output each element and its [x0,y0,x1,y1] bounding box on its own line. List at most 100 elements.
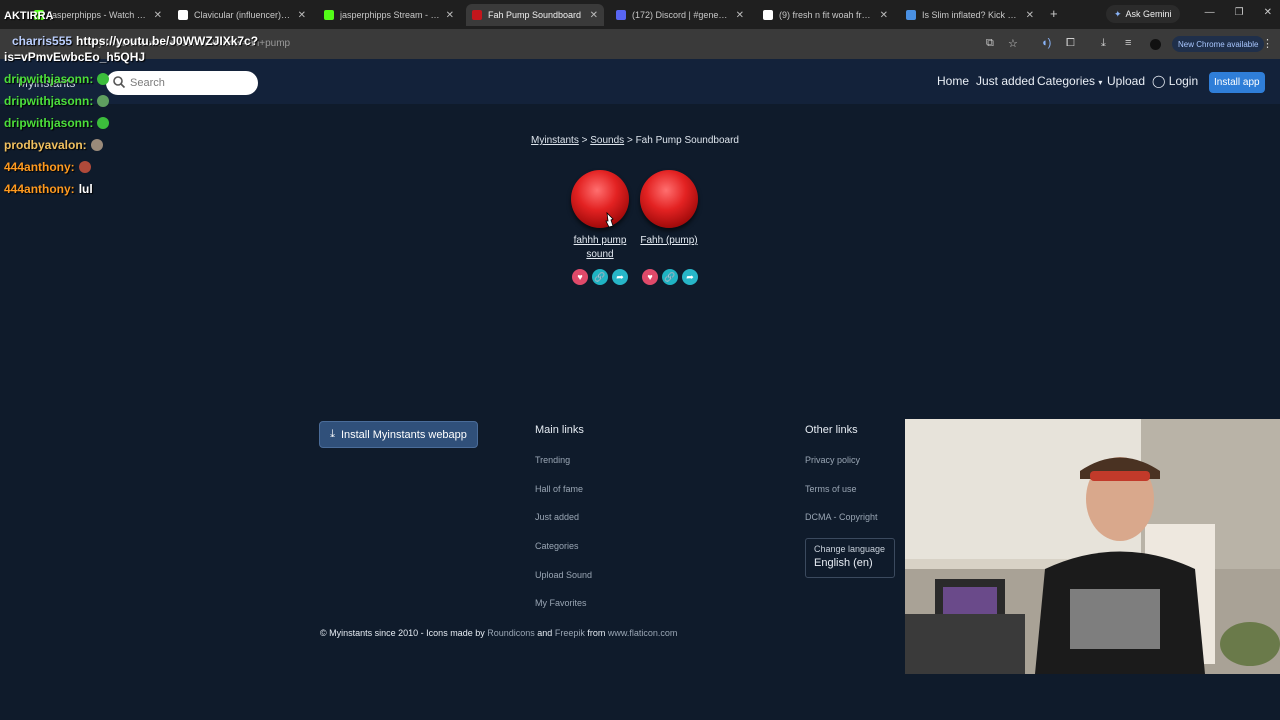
favorite-heart-icon[interactable]: ♥ [572,269,588,285]
tab-title: Clavicular (influencer) - Wik [194,10,292,20]
footer-link-just-added[interactable]: Just added [535,512,579,522]
chat-username: 444anthony: [4,160,75,174]
freepik-link[interactable]: Freepik [555,628,585,638]
sound-label[interactable]: Fahh (pump) [631,234,707,248]
nav-home[interactable]: Home [937,74,969,88]
browser-tab[interactable]: (172) Discord | #general | M ✕ [610,4,750,26]
bookmark-star-icon[interactable]: ☆ [1008,37,1018,50]
chat-link-text-cont: is=vPmvEwbcEo_h5QHJ [4,50,146,64]
favorite-heart-icon[interactable]: ♥ [642,269,658,285]
chat-emote-icon [78,161,91,173]
download-icon[interactable]: ⤓ [1101,37,1106,50]
flaticon-link[interactable]: www.flaticon.com [608,628,678,638]
tab-close-icon[interactable]: ✕ [590,10,598,21]
reading-list-icon[interactable]: ≡ [1125,37,1131,49]
chat-message: dripwithjasonn: [4,72,110,86]
mouse-cursor-icon [605,212,614,228]
chat-username: dripwithjasonn: [4,116,94,130]
tab-title: (9) fresh n fit woah fresh or [779,10,874,20]
nav-login[interactable]: ◯ Login [1152,74,1198,88]
chrome-menu-icon[interactable]: ⋮ [1262,37,1273,50]
footer-link-privacy[interactable]: Privacy policy [805,455,860,465]
language-select-label: Change language [814,544,886,554]
language-select-value: English (en) [814,557,873,569]
footer-link-my-favorites[interactable]: My Favorites [535,598,587,608]
copy-link-icon[interactable]: 🔗 [592,269,608,285]
footer-link-terms[interactable]: Terms of use [805,484,857,494]
extensions-icon[interactable]: ⧠ [1066,37,1075,50]
window-controls: — ❐ ✕ [1205,7,1272,18]
copyright-line: © Myinstants since 2010 - Icons made by … [320,628,677,638]
footer-link-upload-sound[interactable]: Upload Sound [535,570,592,580]
language-select[interactable]: Change language English (en) [805,538,895,578]
nav-upload[interactable]: Upload [1107,74,1145,88]
chat-text: lul [78,182,93,196]
chat-message: dripwithjasonn: [4,94,110,108]
breadcrumb-sounds[interactable]: Sounds [590,135,624,146]
chat-username: dripwithjasonn: [4,94,94,108]
streamer-webcam [905,419,1280,674]
sound-label[interactable]: fahhh pump sound [562,234,638,262]
tab-close-icon[interactable]: ✕ [298,10,306,21]
install-app-button[interactable]: Install app [1209,72,1265,93]
footer-link-trending[interactable]: Trending [535,455,570,465]
profile-avatar[interactable] [1150,39,1161,50]
browser-tab[interactable]: jasperphipps Stream - Watc ✕ [318,4,460,26]
tab-favicon-icon [178,10,188,20]
ask-gemini-button[interactable]: ✦ Ask Gemini [1106,5,1180,23]
tab-favicon-icon [472,10,482,20]
chat-link-text: https://youtu.be/J0WWZJIXk7c? [76,34,259,48]
install-page-icon[interactable]: ⧉ [986,37,994,50]
nav-just-added[interactable]: Just added [976,74,1035,88]
play-sound-button[interactable] [640,170,698,228]
tab-close-icon[interactable]: ✕ [880,10,888,21]
maximize-icon[interactable]: ❐ [1235,7,1244,18]
chat-message: 444anthony: [4,160,91,174]
chat-username: 444anthony: [4,182,75,196]
play-sound-button[interactable] [571,170,629,228]
roundicons-link[interactable]: Roundicons [487,628,535,638]
install-webapp-label: Install Myinstants webapp [340,428,467,441]
main-links-heading: Main links [535,424,584,436]
user-circle-icon: ◯ [1152,74,1166,88]
tab-title: jasperphipps Stream - Watc [340,10,440,20]
browser-tab[interactable]: Fah Pump Soundboard ✕ [466,4,604,26]
tab-close-icon[interactable]: ✕ [154,10,162,21]
tab-favicon-icon [324,10,334,20]
breadcrumb-home[interactable]: Myinstants [531,135,579,146]
tab-close-icon[interactable]: ✕ [1026,10,1034,21]
copyright-text: © Myinstants since 2010 - Icons made by [320,628,485,638]
minimize-icon[interactable]: — [1205,7,1215,18]
chat-username: charris555 [12,34,73,48]
webcam-image [905,419,1280,674]
share-arrow-icon[interactable]: ➦ [682,269,698,285]
footer-link-categories[interactable]: Categories [535,541,579,551]
share-arrow-icon[interactable]: ➦ [612,269,628,285]
browser-tab[interactable]: Is Slim inflated? Kick engag ✕ [900,4,1040,26]
search-icon [113,76,126,89]
sound-item: fahhh pump sound [562,170,638,262]
install-webapp-button[interactable]: ⤓ Install Myinstants webapp [319,421,478,448]
new-chrome-available-button[interactable]: New Chrome available [1172,36,1265,52]
search-input[interactable] [106,71,258,95]
tab-title: Fah Pump Soundboard [488,10,582,20]
tab-close-icon[interactable]: ✕ [736,10,744,21]
tab-close-icon[interactable]: ✕ [446,10,454,21]
new-tab-button[interactable]: + [1050,6,1058,21]
tab-title: jasperphipps - Watch the V [50,10,148,20]
nav-categories[interactable]: Categories ▾ [1037,74,1102,88]
breadcrumb: Myinstants > Sounds > Fah Pump Soundboar… [0,135,1270,146]
tab-favicon-icon [763,10,773,20]
tab-title: (172) Discord | #general | M [632,10,730,20]
audio-playing-icon[interactable]: ◖) [1041,37,1051,49]
chat-username: dripwithjasonn: [4,72,94,86]
browser-tab[interactable]: Clavicular (influencer) - Wik ✕ [172,4,312,26]
other-links-heading: Other links [805,424,858,436]
chat-emote-icon [97,117,110,129]
browser-tab[interactable]: (9) fresh n fit woah fresh or ✕ [757,4,894,26]
footer-link-hall-of-fame[interactable]: Hall of fame [535,484,583,494]
close-window-icon[interactable]: ✕ [1264,7,1272,18]
tab-title: Is Slim inflated? Kick engag [922,10,1020,20]
copy-link-icon[interactable]: 🔗 [662,269,678,285]
footer-link-dmca[interactable]: DCMA - Copyright [805,512,878,522]
